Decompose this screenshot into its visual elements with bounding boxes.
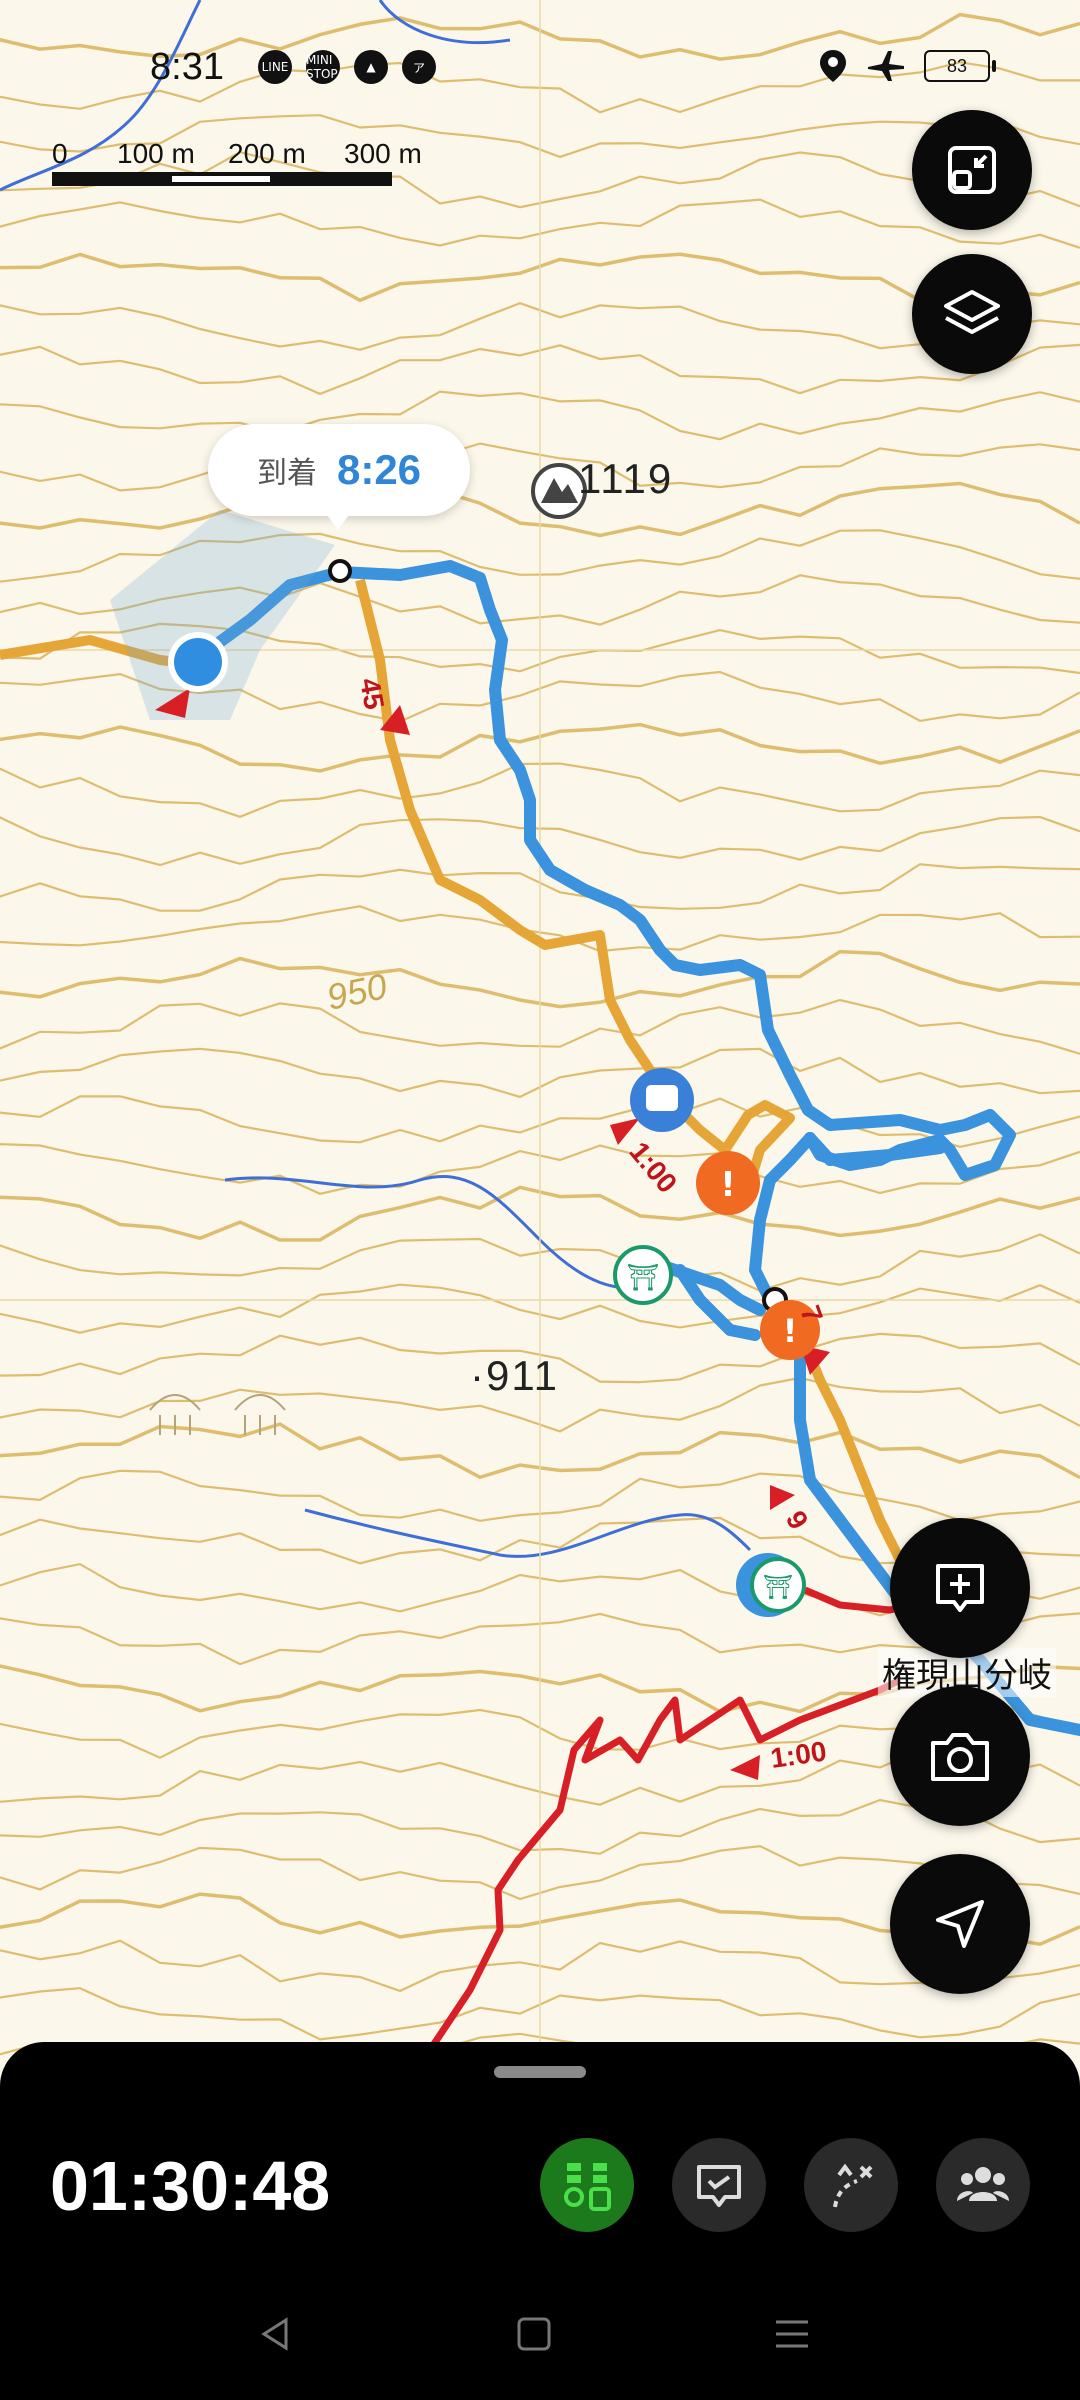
system-icons: 83: [818, 48, 996, 84]
battery-indicator: 83: [924, 50, 996, 82]
arrival-label: 到着: [256, 457, 317, 490]
scale-bar-line: [52, 172, 392, 186]
scale-label: 200 m: [228, 138, 306, 169]
recents-icon[interactable]: [772, 2314, 812, 2354]
message-marker[interactable]: [630, 1068, 694, 1132]
sheet-handle[interactable]: [494, 2066, 586, 2078]
toilet-marker[interactable]: ⛩: [736, 1553, 806, 1617]
toilet-marker[interactable]: ⛩: [613, 1245, 673, 1305]
app-icon: ア: [402, 50, 436, 84]
group-icon: [957, 2167, 1009, 2201]
route-progress-button[interactable]: [540, 2138, 634, 2232]
notification-icons: LINE MINI STOP ▲ ア: [258, 50, 436, 84]
peak-elevation-label: 1119: [578, 455, 674, 502]
svg-text:45: 45: [354, 676, 390, 712]
route-progress-icon: [564, 2163, 611, 2211]
waypoint-circle: [328, 559, 352, 583]
expand-icon: [948, 146, 996, 194]
mountain-app-icon: ▲: [354, 50, 388, 84]
map-screen: { "status_bar": { "time": "8:31", "notif…: [0, 0, 1080, 2400]
route-off-icon: [833, 2163, 873, 2208]
svg-text:!: !: [783, 1312, 798, 1350]
warning-marker[interactable]: !: [696, 1151, 760, 1215]
callout-pointer: [322, 508, 354, 530]
back-icon[interactable]: [256, 2314, 296, 2354]
svg-text:⛩: ⛩: [763, 1573, 793, 1601]
scale-label: 100 m: [117, 138, 195, 169]
system-nav-bar: [0, 2296, 1080, 2376]
camera-button[interactable]: [890, 1686, 1030, 1826]
status-bar: 8:31 LINE MINI STOP ▲ ア 83: [0, 0, 1080, 130]
scale-label: 0: [52, 138, 68, 169]
topographic-map[interactable]: ! ! ⛩ ⛩ 45 1:00 9 1:00 7 950: [0, 0, 1080, 2400]
add-note-icon: [936, 1564, 984, 1612]
location-icon: [820, 50, 846, 82]
ministop-app-icon: MINI STOP: [306, 50, 340, 84]
arrival-time: 8:26: [336, 446, 422, 493]
airplane-icon: [868, 51, 904, 81]
current-location: [168, 632, 228, 692]
navigation-icon: [936, 1900, 984, 1948]
spot-elevation-label: ·911: [470, 1352, 559, 1399]
message-button[interactable]: [672, 2138, 766, 2232]
scale-bar: 0 100 m 200 m 300 m: [52, 138, 422, 192]
svg-text:⛩: ⛩: [626, 1263, 659, 1293]
elapsed-time: 01:30:48: [50, 2147, 331, 2225]
layers-button[interactable]: [912, 254, 1032, 374]
svg-text:!: !: [720, 1165, 736, 1205]
status-time: 8:31: [150, 46, 224, 88]
bottom-sheet[interactable]: 01:30:48: [0, 2042, 1080, 2400]
layers-icon: [944, 290, 1000, 334]
home-icon[interactable]: [514, 2314, 554, 2354]
arrival-callout[interactable]: 到着 8:26: [208, 424, 470, 516]
camera-icon: [931, 1733, 989, 1781]
scale-label: 300 m: [344, 138, 422, 169]
line-app-icon: LINE: [258, 50, 292, 84]
route-off-button[interactable]: [804, 2138, 898, 2232]
expand-button[interactable]: [912, 110, 1032, 230]
message-icon: [697, 2165, 741, 2207]
locate-button[interactable]: [890, 1854, 1030, 1994]
add-note-button[interactable]: [890, 1518, 1030, 1658]
group-button[interactable]: [936, 2138, 1030, 2232]
